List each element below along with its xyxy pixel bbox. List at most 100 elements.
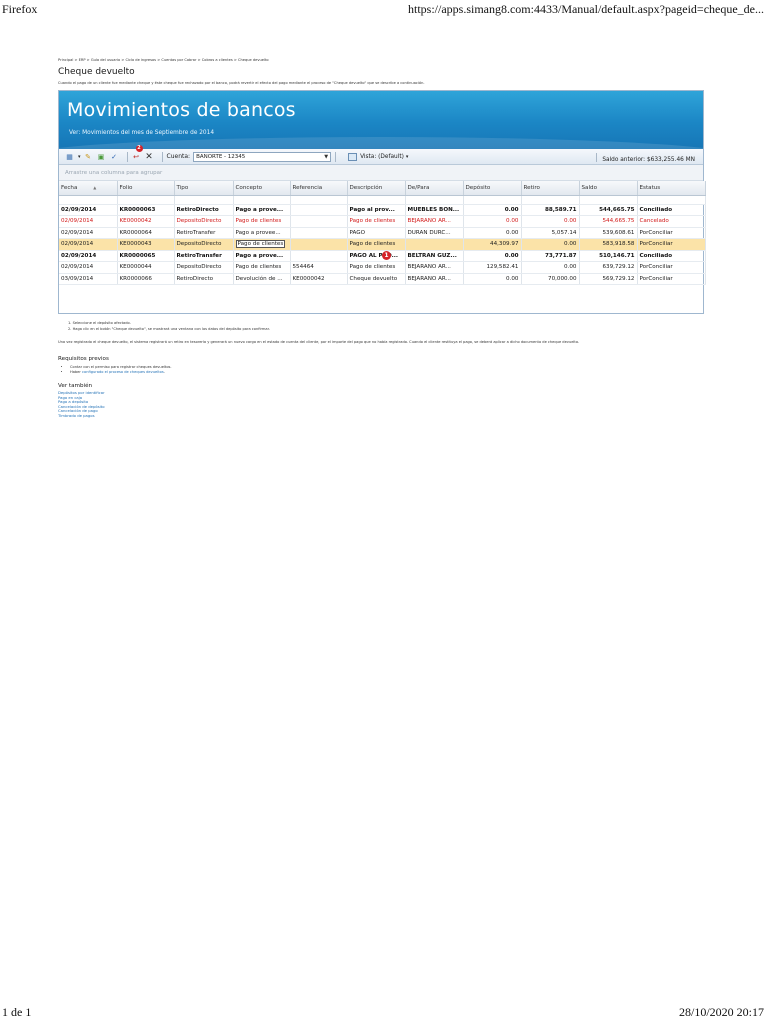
cell-depara: MUEBLES BON... <box>405 204 464 216</box>
view-icon <box>348 152 358 161</box>
sort-asc-icon: ▲ <box>93 184 97 190</box>
cell-referencia <box>290 227 348 239</box>
cell-retiro: 0.00 <box>521 238 580 251</box>
cell-retiro: 0.00 <box>521 261 580 274</box>
cell-tipo: DepositoDirecto <box>174 215 234 228</box>
cell-depara: BELTRAN GUZ... <box>405 250 464 262</box>
col-retiro[interactable]: Retiro <box>521 181 580 196</box>
browser-name: Firefox <box>2 2 38 16</box>
cell-fecha: 03/09/2014 <box>59 273 118 285</box>
cell-concepto: Pago a prove... <box>233 204 291 216</box>
col-referencia[interactable]: Referencia <box>290 181 348 196</box>
cell-depara: BEJARANO AR... <box>405 215 464 228</box>
cell-concepto: Pago a provee... <box>233 227 291 239</box>
col-folio[interactable]: Folio <box>117 181 175 196</box>
filter-row[interactable] <box>59 195 706 205</box>
toolbar-divider <box>596 153 598 162</box>
cell-retiro: 0.00 <box>521 215 580 228</box>
cell-editor[interactable]: Pago de clientes <box>235 240 286 249</box>
cell-saldo: 539,608.61 <box>579 227 638 239</box>
toolbar-divider <box>161 151 163 162</box>
cell-deposito: 0.00 <box>463 273 522 285</box>
banner-subtitle[interactable]: Ver: Movimientos del mes de Septiembre d… <box>69 130 214 136</box>
col-descripcion[interactable]: Descripción <box>347 181 406 196</box>
step-2-badge: 2 <box>135 145 143 152</box>
col-deposito[interactable]: Depósito <box>463 181 522 196</box>
col-concepto[interactable]: Concepto <box>233 181 291 196</box>
cell-fecha: 02/09/2014 <box>59 261 118 274</box>
col-fecha[interactable]: Fecha ▲ <box>59 181 118 196</box>
cell-folio: KE0000043 <box>117 238 175 251</box>
edit-icon[interactable]: ✎ <box>84 152 93 161</box>
chevron-down-icon: ▾ <box>405 153 409 160</box>
cuenta-label: Cuenta: <box>166 153 191 160</box>
cell-concepto: Pago de clientes <box>233 215 291 228</box>
print-icon[interactable]: ▣ <box>97 152 106 161</box>
cell-deposito: 44,309.97 <box>463 238 522 251</box>
cell-estatus: Conciliado <box>637 204 706 216</box>
cell-concepto: Devolución de ... <box>233 273 291 285</box>
table-row[interactable]: 02/09/2014 KE0000043 DepositoDirecto Pago d… <box>59 238 706 251</box>
cell-saldo: 544,665.75 <box>579 204 638 216</box>
cell-fecha: 02/09/2014 <box>59 238 118 251</box>
print-datetime: 28/10/2020 20:17 <box>678 1005 764 1019</box>
cell-descripcion: Pago de clientes <box>347 238 406 251</box>
cell-folio: KR0000063 <box>117 204 175 216</box>
table-row[interactable]: 02/09/2014 KE0000044 DepositoDirecto Pago d… <box>59 261 706 274</box>
cell-tipo: RetiroTransfer <box>174 227 234 239</box>
dropdown-arrow-icon[interactable]: ▾ <box>78 154 81 160</box>
print-header: Firefox https://apps.simang8.com:4433/Ma… <box>0 0 768 20</box>
table-row[interactable]: 02/09/2014 KR0000064 RetiroTransfer Pago a … <box>59 227 706 239</box>
cell-deposito: 0.00 <box>463 227 522 239</box>
vista-label: Vista: (Default) <box>360 153 404 160</box>
cell-referencia <box>290 238 348 251</box>
close-icon[interactable]: ✕ <box>145 152 154 162</box>
cell-estatus: PorConciliar <box>637 261 706 274</box>
ver-tambien-links: Depósitos por identificar Pago en caja P… <box>58 390 706 419</box>
table-row[interactable]: 03/09/2014 KR0000066 RetiroDirecto Devoluci… <box>59 273 706 285</box>
table-row[interactable]: 02/09/2014 KR0000063 RetiroDirecto Pago a p… <box>59 204 706 216</box>
page-title: Cheque devuelto <box>58 67 135 77</box>
cell-descripcion: PAGO AL PRO... <box>347 250 406 262</box>
page-url: https://apps.simang8.com:4433/Manual/def… <box>407 2 764 16</box>
toolbar-divider <box>335 151 337 162</box>
cell-descripcion: Cheque devuelto <box>347 273 406 285</box>
configurar-link[interactable]: configurado el proceso de cheques devuel… <box>82 370 164 374</box>
saldo-anterior-text: Saldo anterior: $633,255.46 MN <box>602 157 695 163</box>
requisitos-list: Contar con el permiso para registrar che… <box>70 365 706 375</box>
cuenta-select[interactable]: BANORTE - 12345 ▼ <box>193 151 332 162</box>
manual-page: Principal > ERP > Guía del usuario > Cic… <box>58 58 706 419</box>
cell-estatus: PorConciliar <box>637 273 706 285</box>
cell-deposito: 0.00 <box>463 215 522 228</box>
cell-tipo: DepositoDirecto <box>174 261 234 274</box>
step-1-marker: 1 <box>382 251 391 260</box>
group-by-area[interactable]: Arrastre una columna para agrupar <box>59 165 703 181</box>
movements-table: Fecha ▲ Folio Tipo Concepto Referencia D… <box>59 181 706 285</box>
cell-descripcion: Pago de clientes <box>347 215 406 228</box>
cell-folio: KR0000065 <box>117 250 175 262</box>
cell-saldo: 544,665.75 <box>579 215 638 228</box>
new-icon[interactable]: ▦ <box>65 152 74 161</box>
cell-fecha: 02/09/2014 <box>59 250 118 262</box>
cell-retiro: 5,057.14 <box>521 227 580 239</box>
col-estatus[interactable]: Estatus <box>637 181 706 196</box>
col-depara[interactable]: De/Para <box>405 181 464 196</box>
toolbar-divider <box>126 151 128 162</box>
requisito-item: Haber configurado el proceso de cheques … <box>70 370 706 375</box>
col-tipo[interactable]: Tipo <box>174 181 234 196</box>
page-count: 1 de 1 <box>2 1005 32 1019</box>
link-timbrado-pagos[interactable]: Timbrado de pagos <box>58 413 706 419</box>
cell-saldo: 569,729.12 <box>579 273 638 285</box>
table-row[interactable]: 02/09/2014 KE0000042 DepositoDirecto Pago d… <box>59 215 706 228</box>
cheque-devuelto-icon[interactable]: ↩ 2 <box>132 145 143 161</box>
breadcrumb[interactable]: Principal > ERP > Guía del usuario > Cic… <box>58 58 706 62</box>
cell-fecha: 02/09/2014 <box>59 227 118 239</box>
cell-concepto: Pago de clientes <box>233 261 291 274</box>
intro-text: Cuando el pago de un cliente fue mediant… <box>58 81 425 85</box>
vista-dropdown[interactable]: Vista: (Default) ▾ <box>348 152 409 161</box>
check-icon[interactable]: ✓ <box>110 152 119 161</box>
col-saldo[interactable]: Saldo <box>579 181 638 196</box>
cell-retiro: 73,771.87 <box>521 250 580 262</box>
cell-tipo: RetiroDirecto <box>174 273 234 285</box>
cell-retiro: 70,000.00 <box>521 273 580 285</box>
